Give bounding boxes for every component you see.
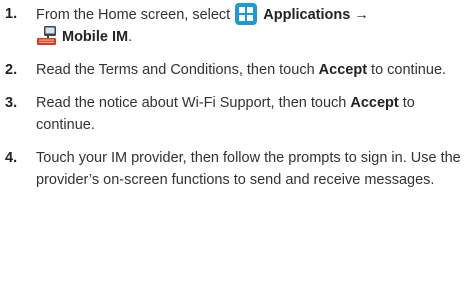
step-text: Read the notice about Wi-Fi Support, the… xyxy=(36,95,351,111)
step-end: . xyxy=(128,29,133,45)
mobile-im-label: Mobile IM xyxy=(62,29,129,45)
step-text: Read the Terms and Conditions, then touc… xyxy=(36,62,319,78)
step-number: 2. xyxy=(5,62,18,78)
accept-label: Accept xyxy=(318,62,368,78)
step-text: From the Home screen, select xyxy=(36,7,235,23)
step-number: 1. xyxy=(5,6,18,22)
arrow-glyph: → xyxy=(354,7,369,23)
step-text: Touch your IM provider, then follow the … xyxy=(36,150,461,188)
accept-label: Accept xyxy=(350,95,399,111)
step-3: 3. Read the notice about Wi-Fi Support, … xyxy=(0,92,472,136)
step-4: 4. Touch your IM provider, then follow t… xyxy=(0,147,472,191)
step-text-after: to continue. xyxy=(367,62,447,78)
mobile-im-icon xyxy=(36,26,58,46)
applications-label: Applications xyxy=(263,7,351,23)
step-number: 4. xyxy=(5,150,18,166)
applications-grid-icon xyxy=(235,3,258,25)
instruction-list: 1. From the Home screen, select Applicat… xyxy=(0,3,472,202)
step-number: 3. xyxy=(5,95,18,111)
step-1: 1. From the Home screen, select Applicat… xyxy=(0,3,472,48)
step-2: 2. Read the Terms and Conditions, then t… xyxy=(0,59,472,81)
